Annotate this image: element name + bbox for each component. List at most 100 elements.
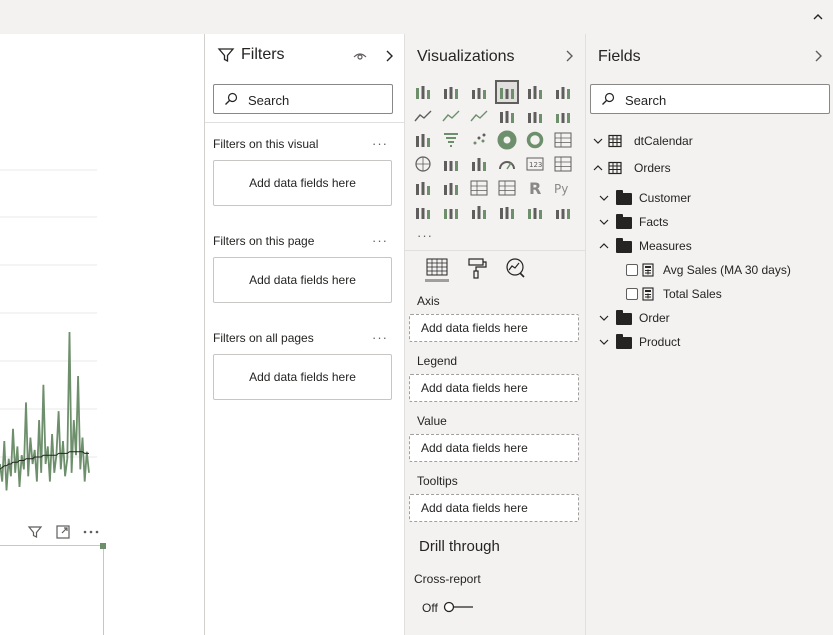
- series-line-sales[interactable]: [0, 331, 90, 491]
- ribbon-strip: [0, 0, 833, 34]
- analytics-tab-icon[interactable]: [503, 256, 527, 282]
- filters-all-pages-drop-well[interactable]: Add data fields here: [213, 354, 392, 400]
- chevron-down-icon[interactable]: [592, 135, 604, 147]
- chevron-right-icon[interactable]: [811, 48, 825, 64]
- chevron-right-icon[interactable]: [382, 48, 396, 64]
- folder-name: Facts: [639, 215, 669, 229]
- value-drop-well[interactable]: Add data fields here: [409, 434, 579, 462]
- table-icon[interactable]: [469, 178, 489, 198]
- shape-map-icon[interactable]: [469, 154, 489, 174]
- paginated-report-icon[interactable]: [553, 202, 573, 222]
- fields-tab-icon[interactable]: [419, 256, 459, 282]
- eye-icon[interactable]: [352, 48, 368, 64]
- card-icon[interactable]: 123: [525, 154, 545, 174]
- chevron-up-icon[interactable]: [811, 10, 825, 24]
- measure-row-total-sales[interactable]: Total Sales: [624, 284, 830, 304]
- folder-row-customer[interactable]: Customer: [596, 188, 830, 208]
- decomposition-tree-icon[interactable]: [441, 202, 461, 222]
- clustered-bar-chart-icon[interactable]: [469, 82, 489, 102]
- line-chart-icon[interactable]: [413, 106, 433, 126]
- tooltips-drop-well[interactable]: Add data fields here: [409, 494, 579, 522]
- table-name: dtCalendar: [634, 134, 693, 148]
- fields-search-input[interactable]: Search: [590, 84, 830, 114]
- gauge-icon[interactable]: [497, 154, 517, 174]
- 100-percent-bar-chart-icon[interactable]: [525, 82, 545, 102]
- chevron-up-icon[interactable]: [598, 240, 610, 252]
- line-and-column-chart-icon[interactable]: [497, 106, 517, 126]
- resize-handle[interactable]: [100, 543, 106, 549]
- treemap-icon[interactable]: [553, 130, 573, 150]
- report-canvas[interactable]: [0, 34, 204, 635]
- folder-icon: [616, 238, 632, 253]
- map-icon[interactable]: [413, 154, 433, 174]
- field-checkbox[interactable]: [626, 288, 638, 300]
- r-visual-icon[interactable]: R: [525, 178, 545, 198]
- measure-name: Avg Sales (MA 30 days): [663, 263, 791, 277]
- calculator-icon: [642, 263, 654, 277]
- chevron-down-icon[interactable]: [598, 216, 610, 228]
- key-influencers-icon[interactable]: [413, 202, 433, 222]
- filter-icon[interactable]: [25, 524, 45, 544]
- folder-row-product[interactable]: Product: [596, 332, 830, 352]
- custom-visual-icon[interactable]: [525, 202, 545, 222]
- waterfall-chart-icon[interactable]: [413, 130, 433, 150]
- chevron-right-icon[interactable]: [562, 48, 576, 64]
- selected-visual-frame[interactable]: [0, 543, 106, 635]
- table-icon: [608, 161, 622, 175]
- filters-visual-drop-well[interactable]: Add data fields here: [213, 160, 392, 206]
- folder-icon: [616, 214, 632, 229]
- table-row-dtcalendar[interactable]: dtCalendar: [590, 131, 830, 151]
- calculator-icon: [642, 287, 654, 301]
- scatter-chart-icon[interactable]: [469, 130, 489, 150]
- more-options-icon[interactable]: ···: [372, 330, 388, 345]
- legend-drop-well[interactable]: Add data fields here: [409, 374, 579, 402]
- format-tab-icon[interactable]: [465, 256, 489, 282]
- chevron-up-icon[interactable]: [592, 162, 604, 174]
- stacked-bar-chart-icon[interactable]: [413, 82, 433, 102]
- visualizations-title: Visualizations: [417, 48, 515, 65]
- chevron-down-icon[interactable]: [598, 192, 610, 204]
- filters-search-input[interactable]: Search: [213, 84, 393, 114]
- line-chart[interactable]: [0, 34, 204, 544]
- filled-map-icon[interactable]: [441, 154, 461, 174]
- folder-row-measures[interactable]: Measures: [596, 236, 830, 256]
- table-row-orders[interactable]: Orders: [590, 158, 830, 178]
- fields-pane: Fields Search dtCalendar Orders Customer…: [586, 34, 833, 635]
- focus-mode-icon[interactable]: [53, 524, 73, 544]
- line-and-clustered-column-chart-icon[interactable]: [525, 106, 545, 126]
- measure-row-avg-sales[interactable]: Avg Sales (MA 30 days): [624, 260, 830, 280]
- stacked-column-chart-icon[interactable]: [441, 82, 461, 102]
- svg-text:123: 123: [529, 161, 542, 169]
- svg-text:R: R: [529, 179, 541, 198]
- python-visual-icon[interactable]: Py: [553, 178, 573, 198]
- filters-pane: Filters Search Filters on this visual ··…: [204, 34, 405, 635]
- pie-chart-icon[interactable]: [497, 130, 517, 150]
- folder-row-facts[interactable]: Facts: [596, 212, 830, 232]
- filters-all-pages-label: Filters on all pages: [213, 331, 314, 345]
- matrix-icon[interactable]: [497, 178, 517, 198]
- folder-row-order[interactable]: Order: [596, 308, 830, 328]
- multi-row-card-icon[interactable]: [553, 154, 573, 174]
- donut-chart-icon[interactable]: [525, 130, 545, 150]
- qa-icon[interactable]: [469, 202, 489, 222]
- field-checkbox[interactable]: [626, 264, 638, 276]
- chevron-down-icon[interactable]: [598, 336, 610, 348]
- cross-report-toggle[interactable]: [443, 601, 475, 613]
- more-visuals-icon[interactable]: ···: [417, 228, 433, 243]
- chevron-down-icon[interactable]: [598, 312, 610, 324]
- area-chart-icon[interactable]: [441, 106, 461, 126]
- more-options-icon[interactable]: ···: [372, 136, 388, 151]
- slicer-icon[interactable]: [441, 178, 461, 198]
- arcgis-map-icon[interactable]: [497, 202, 517, 222]
- 100-percent-column-chart-icon[interactable]: [553, 82, 573, 102]
- clustered-column-chart-icon[interactable]: [495, 80, 519, 104]
- kpi-icon[interactable]: [413, 178, 433, 198]
- more-options-icon[interactable]: ···: [372, 233, 388, 248]
- funnel-chart-icon[interactable]: [441, 130, 461, 150]
- stacked-area-chart-icon[interactable]: [469, 106, 489, 126]
- ribbon-chart-icon[interactable]: [553, 106, 573, 126]
- axis-drop-well[interactable]: Add data fields here: [409, 314, 579, 342]
- filters-page-drop-well[interactable]: Add data fields here: [213, 257, 392, 303]
- filters-on-visual-label: Filters on this visual: [213, 137, 319, 151]
- more-options-icon[interactable]: [81, 524, 101, 544]
